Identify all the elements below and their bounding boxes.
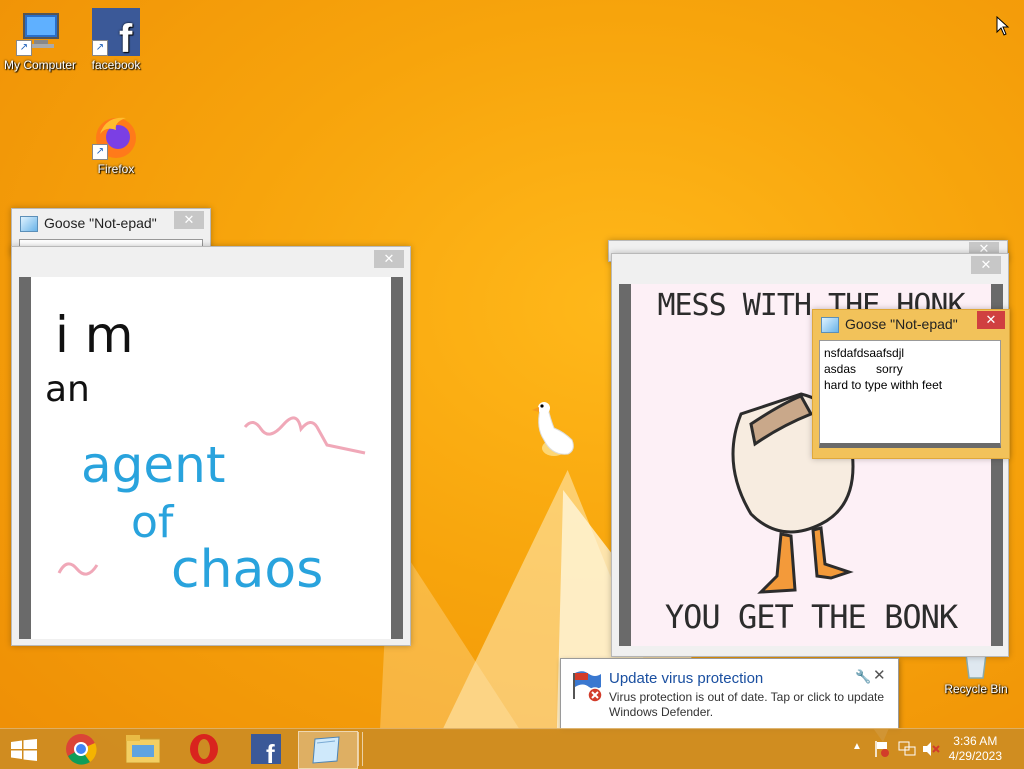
cursor-icon [996, 15, 1010, 41]
notepad-icon [821, 317, 839, 333]
svg-text:f: f [119, 17, 133, 56]
network-icon[interactable] [898, 741, 916, 762]
facebook-icon: f ↗ [92, 8, 140, 61]
taskbar-clock[interactable]: 3:36 AM 4/29/2023 [949, 734, 1002, 764]
close-button[interactable]: ✕ [977, 311, 1005, 329]
action-center-flag-icon[interactable] [874, 740, 890, 763]
taskbar: f ▲ 3:36 AM 4/29/2023 [0, 728, 1024, 769]
drawing-word: of [131, 497, 175, 548]
opera-icon [190, 734, 218, 764]
window-titlebar[interactable]: ✕ [12, 247, 410, 275]
close-icon[interactable]: ✕ [873, 666, 886, 684]
drawing-word: an [45, 369, 90, 410]
notification-title: Update virus protection [609, 670, 764, 687]
text-line: asdas sorry [824, 362, 903, 376]
window-title: Goose "Not-epad" [44, 215, 157, 231]
desktop-icon-label: Firefox [97, 162, 135, 176]
text-line: hard to type withh feet [824, 378, 943, 392]
computer-icon: ↗ [16, 8, 64, 56]
notepad-icon [20, 216, 38, 232]
text-line: nsfdafdsaafsdjl [824, 346, 905, 360]
taskbar-facebook[interactable]: f [238, 731, 296, 767]
drawing-word: i m [55, 306, 134, 364]
notepad-textarea[interactable]: nsfdafdsaafsdjl asdas sorry hard to type w… [819, 340, 1001, 448]
facebook-icon: f [251, 734, 281, 764]
drawing-window[interactable]: ✕ i m an agent of chaos [11, 246, 411, 646]
drawing-canvas[interactable]: i m an agent of chaos [31, 277, 391, 639]
stacked-window-indicator [358, 732, 363, 766]
firefox-icon: ↗ [92, 112, 140, 160]
close-button[interactable]: ✕ [374, 250, 404, 268]
window-title: Goose "Not-epad" [845, 316, 958, 332]
notepad-icon [312, 736, 340, 764]
chrome-icon [66, 734, 97, 765]
notification-body: Virus protection is out of date. Tap or … [609, 690, 885, 719]
folder-icon [126, 735, 160, 763]
desktop-icon-label: facebook [91, 58, 141, 72]
window-titlebar[interactable]: Goose "Not-epad" ✕ [12, 209, 210, 237]
taskbar-opera[interactable] [176, 731, 234, 767]
desktop-icon-label: Recycle Bin [944, 682, 1008, 696]
close-button[interactable]: ✕ [174, 211, 204, 229]
notepad-window-front[interactable]: Goose "Not-epad" ✕ nsfdafdsaafsdjl asdas … [812, 309, 1010, 459]
desktop-goose[interactable] [524, 398, 580, 475]
desktop-icon-firefox[interactable]: ↗ Firefox [76, 112, 156, 176]
security-flag-icon [571, 669, 605, 708]
desktop-icon-label: My Computer [3, 58, 77, 72]
taskbar-file-explorer[interactable] [114, 731, 172, 767]
volume-muted-icon[interactable] [922, 741, 940, 762]
start-button[interactable] [0, 731, 48, 767]
defender-notification[interactable]: Update virus protection Virus protection… [560, 658, 899, 742]
clock-time: 3:36 AM [953, 734, 998, 748]
clock-date: 4/29/2023 [948, 749, 1002, 763]
settings-wrench-icon[interactable]: 🔧 [855, 669, 871, 685]
show-hidden-icons-chevron-up-icon[interactable]: ▲ [852, 741, 862, 752]
window-titlebar[interactable]: Goose "Not-epad" ✕ [813, 310, 1009, 338]
scribble-drawing: i m an agent of chaos [45, 306, 366, 600]
close-button[interactable]: ✕ [971, 256, 1001, 274]
drawing-word: agent [81, 436, 225, 494]
drawing-word: chaos [171, 540, 323, 600]
desktop-icon-facebook[interactable]: f ↗ facebook [76, 8, 156, 72]
taskbar-chrome[interactable] [52, 731, 110, 767]
window-titlebar[interactable]: ✕ [612, 254, 1008, 282]
taskbar-notepad[interactable] [298, 731, 363, 769]
svg-text:f: f [266, 739, 275, 764]
meme-bottom-text: YOU GET THE BONK [664, 598, 958, 636]
desktop-icon-my-computer[interactable]: ↗ My Computer [0, 8, 80, 72]
windows-logo-icon [11, 739, 37, 761]
